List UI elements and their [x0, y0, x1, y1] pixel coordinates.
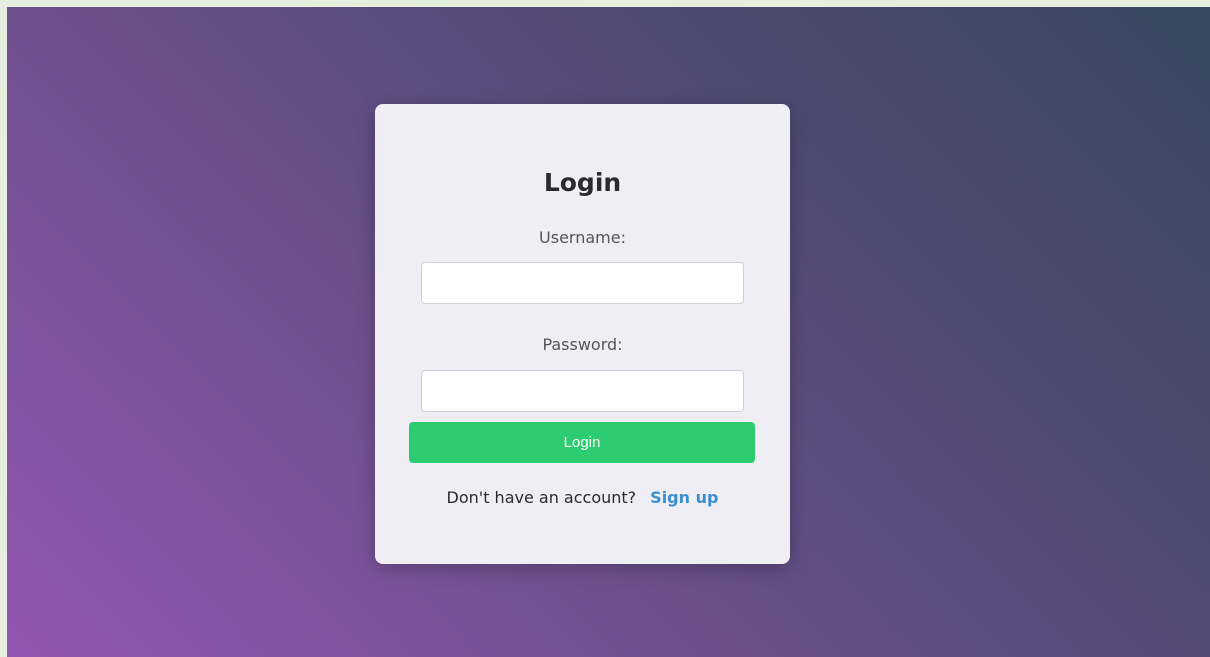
login-card: Login Username: Password: Login Don't ha… — [375, 104, 790, 564]
signup-row: Don't have an account? Sign up — [375, 488, 790, 507]
signup-prompt: Don't have an account? — [446, 488, 637, 507]
username-input[interactable] — [421, 262, 744, 304]
login-title: Login — [543, 168, 622, 197]
page-background: Login Username: Password: Login Don't ha… — [7, 7, 1210, 657]
login-button[interactable]: Login — [409, 422, 755, 463]
signup-link[interactable]: Sign up — [650, 488, 718, 507]
username-label: Username: — [539, 228, 626, 247]
password-input[interactable] — [421, 370, 744, 412]
password-label: Password: — [542, 335, 623, 354]
